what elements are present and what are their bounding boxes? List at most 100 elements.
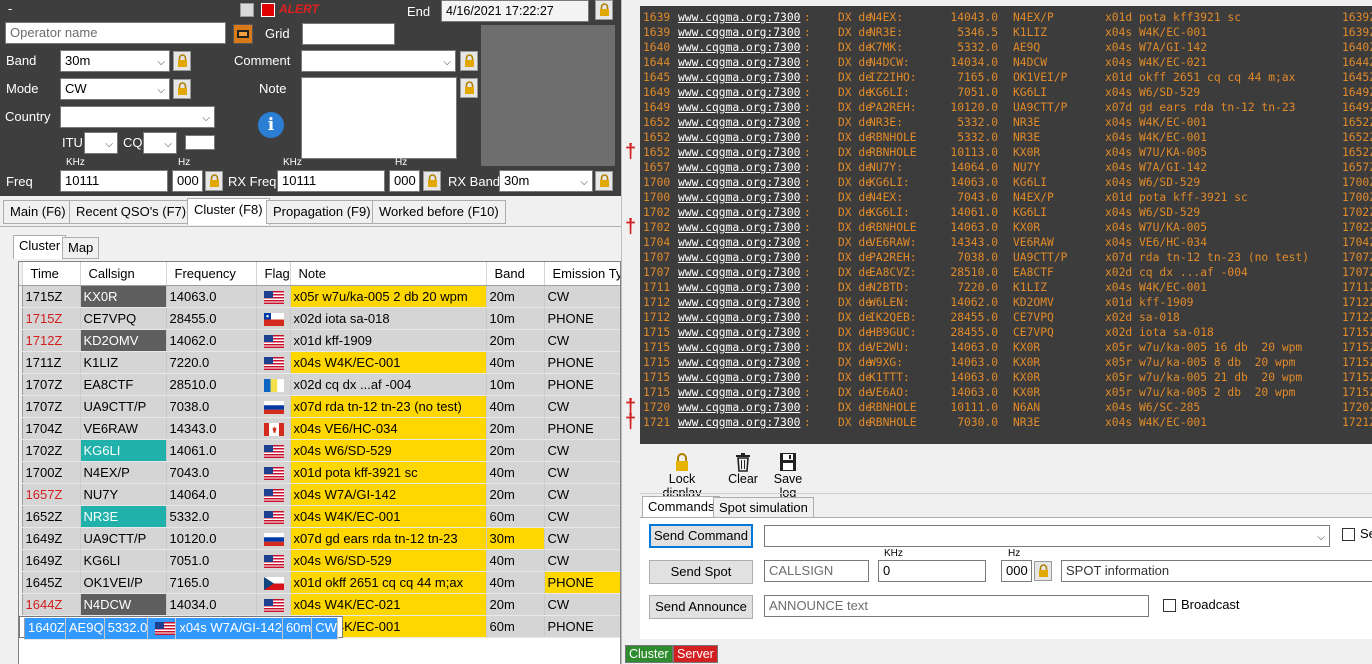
log-source-link[interactable]: www.cqgma.org:7300 (678, 130, 800, 145)
tab-main[interactable]: Main (F6) (3, 200, 73, 224)
itu-select[interactable]: ⌵ (84, 132, 118, 154)
table-row[interactable]: 1657Z NU7Y 14064.0 x04s W7A/GI-142 20m CW (19, 483, 620, 506)
rxband-select[interactable]: 30m ⌵ (499, 170, 593, 192)
operator-name-input[interactable]: Operator name (5, 22, 226, 44)
log-source-link[interactable]: www.cqgma.org:7300 (678, 400, 800, 415)
log-source-link[interactable]: www.cqgma.org:7300 (678, 160, 800, 175)
log-source-link[interactable]: www.cqgma.org:7300 (678, 175, 800, 190)
log-source-link[interactable]: www.cqgma.org:7300 (678, 415, 800, 430)
tab-spot-simulation[interactable]: Spot simulation (713, 497, 814, 519)
log-source-link[interactable]: www.cqgma.org:7300 (678, 145, 800, 160)
rxfreq-khz-input[interactable]: 10111 (277, 170, 385, 192)
log-source-link[interactable]: www.cqgma.org:7300 (678, 235, 800, 250)
tab-propagation[interactable]: Propagation (F9) (266, 200, 378, 224)
table-row[interactable]: 1707Z EA8CTF 28510.0 x02d cq dx ...af -004 1… (19, 373, 620, 396)
grid-input[interactable] (302, 23, 395, 45)
send-announce-button[interactable]: Send Announce (649, 595, 753, 619)
table-row[interactable]: 1645Z OK1VEI/P 7165.0 x01d okff 2651 cq cq … (19, 571, 620, 594)
table-row[interactable]: 1644Z N4DCW 14034.0 x04s W4K/EC-021 20m CW (19, 593, 620, 616)
log-source-link[interactable]: www.cqgma.org:7300 (678, 310, 800, 325)
table-row[interactable]: 1702Z KG6LI 14061.0 x04s W6/SD-529 20m CW (19, 439, 620, 462)
table-row[interactable]: 1640Z AE9Q 5332.0 x04s W7A/GI-142 60m CW (19, 615, 343, 640)
col-emission[interactable]: Emission Typ (544, 262, 620, 286)
col-note[interactable]: Note (290, 262, 487, 286)
status-cluster-badge[interactable]: Cluster (625, 645, 673, 663)
table-row[interactable]: 1700Z N4EX/P 7043.0 x01d pota kff-3921 sc 40… (19, 461, 620, 484)
log-source-link[interactable]: www.cqgma.org:7300 (678, 340, 800, 355)
rxband-lock-button[interactable] (595, 171, 613, 191)
command-select[interactable]: ⌵ (764, 525, 1330, 547)
table-row[interactable]: 1707Z UA9CTT/P 7038.0 x07d rda tn-12 tn-23 … (19, 395, 620, 418)
log-source-link[interactable]: www.cqgma.org:7300 (678, 70, 800, 85)
status-server-badge[interactable]: Server (673, 645, 718, 663)
log-source-link[interactable]: www.cqgma.org:7300 (678, 40, 800, 55)
table-row[interactable]: 1715Z KX0R 14063.0 x05r w7u/ka-005 2 db 20 … (19, 285, 620, 308)
rxfreq-hz-input[interactable]: 000 (389, 170, 420, 192)
rxfreq-lock-button[interactable] (423, 171, 441, 191)
spot-khz-input[interactable]: 0 (878, 560, 986, 582)
color-swatch[interactable] (240, 3, 254, 17)
log-source-link[interactable]: www.cqgma.org:7300 (678, 220, 800, 235)
log-source-link[interactable]: www.cqgma.org:7300 (678, 280, 800, 295)
tab-worked-before[interactable]: Worked before (F10) (372, 200, 506, 224)
log-source-link[interactable]: www.cqgma.org:7300 (678, 25, 800, 40)
spot-lock-button[interactable] (1034, 561, 1052, 581)
comment-select[interactable]: ⌵ (301, 50, 456, 72)
log-source-link[interactable]: www.cqgma.org:7300 (678, 205, 800, 220)
clear-button[interactable]: Clear (726, 452, 760, 486)
table-row[interactable]: 1711Z K1LIZ 7220.0 x04s W4K/EC-001 40m PHONE (19, 351, 620, 374)
table-row[interactable]: 1649Z KG6LI 7051.0 x04s W6/SD-529 40m CW (19, 549, 620, 572)
subtab-map[interactable]: Map (62, 237, 100, 259)
col-band[interactable]: Band (486, 262, 545, 286)
band-lock-button[interactable] (173, 51, 191, 71)
cluster-log[interactable]: 1639 www.cqgma.org:7300 N4EX: 14043.0 N4EX/P… (640, 6, 1372, 444)
table-row[interactable]: 1704Z VE6RAW 14343.0 x04s VE6/HC-034 20m PHON… (19, 417, 620, 440)
freq-lock-button[interactable] (205, 171, 223, 191)
log-source-link[interactable]: www.cqgma.org:7300 (678, 265, 800, 280)
send-command-checkbox[interactable] (1342, 528, 1355, 541)
operator-lookup-button[interactable] (233, 24, 253, 44)
freq-khz-input[interactable]: 10111 (60, 170, 168, 192)
log-source-link[interactable]: www.cqgma.org:7300 (678, 250, 800, 265)
end-lock-button[interactable] (595, 0, 613, 20)
spots-grid[interactable]: Time Callsign Frequency Flag Note Band E… (18, 261, 621, 664)
col-flag[interactable]: Flag (256, 262, 291, 286)
log-source-link[interactable]: www.cqgma.org:7300 (678, 55, 800, 70)
log-source-link[interactable]: www.cqgma.org:7300 (678, 370, 800, 385)
spot-hz-input[interactable]: 000 (1001, 560, 1032, 582)
broadcast-checkbox[interactable] (1163, 599, 1176, 612)
log-source-link[interactable]: www.cqgma.org:7300 (678, 190, 800, 205)
cq-extra-field[interactable] (185, 135, 215, 150)
end-datetime-field[interactable]: 4/16/2021 17:22:27 (441, 0, 589, 22)
tab-commands[interactable]: Commands (642, 496, 721, 518)
log-source-link[interactable]: www.cqgma.org:7300 (678, 385, 800, 400)
table-row[interactable]: 1652Z NR3E 5332.0 x04s W4K/EC-001 60m CW (19, 505, 620, 528)
log-source-link[interactable]: www.cqgma.org:7300 (678, 85, 800, 100)
spot-info-input[interactable]: SPOT information (1061, 560, 1372, 582)
col-frequency[interactable]: Frequency (166, 262, 257, 286)
tab-recent-qsos[interactable]: Recent QSO's (F7) (69, 200, 194, 224)
band-select[interactable]: 30m ⌵ (60, 50, 170, 72)
log-source-link[interactable]: www.cqgma.org:7300 (678, 355, 800, 370)
cq-select[interactable]: ⌵ (143, 132, 177, 154)
send-spot-button[interactable]: Send Spot (649, 560, 753, 584)
comment-lock-button[interactable] (460, 51, 478, 71)
note-textarea[interactable] (301, 77, 457, 159)
log-source-link[interactable]: www.cqgma.org:7300 (678, 115, 800, 130)
note-lock-button[interactable] (460, 78, 478, 98)
freq-hz-input[interactable]: 000 (172, 170, 203, 192)
col-time[interactable]: Time (22, 262, 81, 286)
tab-cluster[interactable]: Cluster (F8) (187, 198, 270, 225)
mode-lock-button[interactable] (173, 79, 191, 99)
log-source-link[interactable]: www.cqgma.org:7300 (678, 295, 800, 310)
send-command-button[interactable]: Send Command (649, 524, 753, 548)
mode-select[interactable]: CW ⌵ (60, 78, 170, 100)
log-source-link[interactable]: www.cqgma.org:7300 (678, 325, 800, 340)
col-callsign[interactable]: Callsign (80, 262, 167, 286)
alert-swatch[interactable] (261, 3, 275, 17)
table-row[interactable]: 1649Z UA9CTT/P 10120.0 x07d gd ears rda tn-… (19, 527, 620, 550)
table-row[interactable]: 1712Z KD2OMV 14062.0 x01d kff-1909 20m CW (19, 329, 620, 352)
country-select[interactable]: ⌵ (60, 106, 215, 128)
info-icon[interactable]: i (258, 112, 284, 138)
log-source-link[interactable]: www.cqgma.org:7300 (678, 10, 800, 25)
